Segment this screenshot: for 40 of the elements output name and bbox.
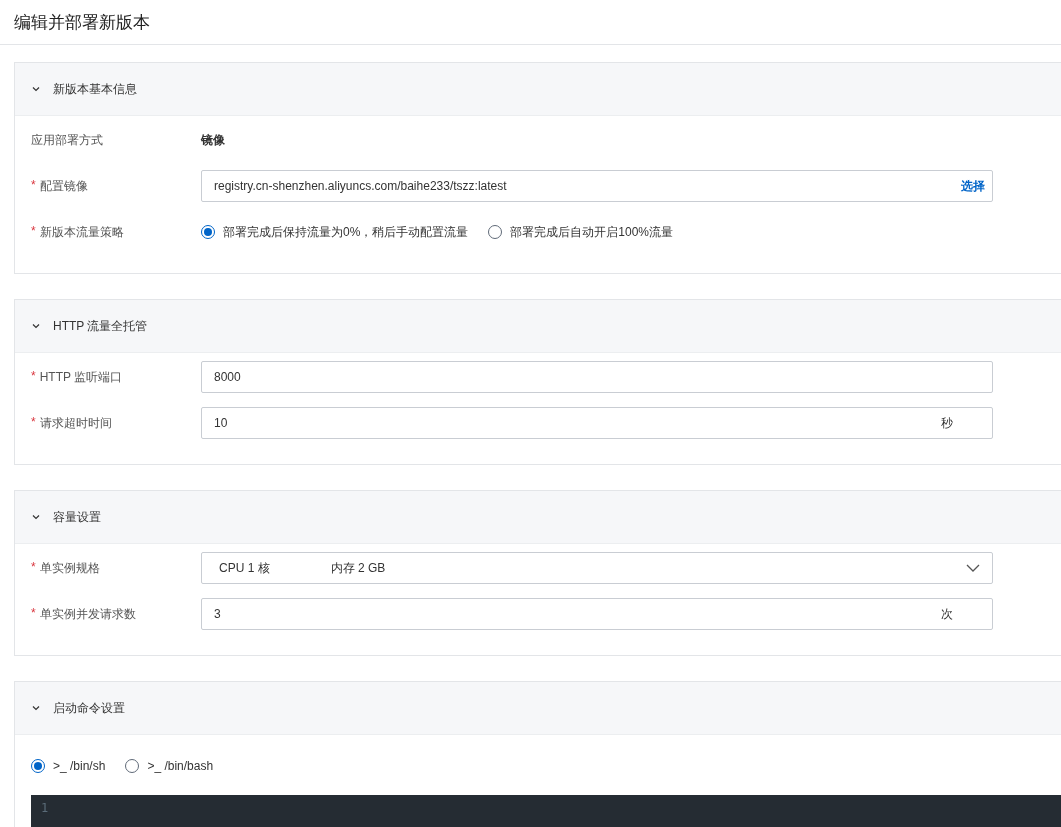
section-header[interactable]: 新版本基本信息 (15, 63, 1061, 116)
select-value: 内存 2 GB (330, 559, 386, 577)
section-title: 新版本基本信息 (53, 80, 137, 98)
section-header[interactable]: 启动命令设置 (15, 682, 1061, 735)
section-title: 启动命令设置 (53, 699, 125, 717)
select-link[interactable]: 选择 (961, 177, 985, 195)
section-title: HTTP 流量全托管 (53, 317, 148, 335)
field-label: 单实例规格 (39, 559, 100, 577)
select-value: CPU 1 核 (219, 559, 270, 577)
unit-label: 秒 (941, 414, 953, 432)
field-label: 请求超时时间 (39, 414, 112, 432)
field-label: 应用部署方式 (31, 131, 103, 149)
field-label: 配置镜像 (39, 177, 88, 195)
radio-option[interactable]: 部署完成后自动开启100%流量 (488, 223, 674, 241)
line-number: 1 (41, 801, 50, 815)
select-field[interactable]: CPU 1 核 内存 2 GB (201, 552, 993, 584)
required-mark: * (31, 414, 36, 431)
dropdown-icon (966, 564, 980, 572)
required-mark: * (31, 177, 36, 194)
chevron-icon[interactable] (31, 84, 41, 94)
field-value: 镜像 (201, 131, 225, 149)
chevron-icon[interactable] (31, 321, 41, 331)
section-header[interactable]: 容量设置 (15, 491, 1061, 544)
required-mark: * (31, 223, 36, 240)
required-mark: * (31, 368, 36, 385)
required-mark: * (31, 559, 36, 576)
field-label: 新版本流量策略 (39, 223, 124, 241)
chevron-icon[interactable] (31, 703, 41, 713)
radio-option[interactable]: 部署完成后保持流量为0%，稍后手动配置流量 (201, 223, 469, 241)
unit-label: 次 (941, 605, 953, 623)
radio-option[interactable]: >_ /bin/bash (125, 759, 214, 773)
input-field[interactable]: 8000 (201, 361, 993, 393)
required-mark: * (31, 605, 36, 622)
radio-option[interactable]: >_ /bin/sh (31, 759, 106, 773)
field-label: HTTP 监听端口 (39, 368, 123, 386)
chevron-icon[interactable] (31, 512, 41, 522)
page-title: 编辑并部署新版本 (14, 11, 150, 34)
section-header[interactable]: HTTP 流量全托管 (15, 300, 1061, 353)
field-label: 单实例并发请求数 (39, 605, 136, 623)
section-title: 容量设置 (53, 508, 101, 526)
